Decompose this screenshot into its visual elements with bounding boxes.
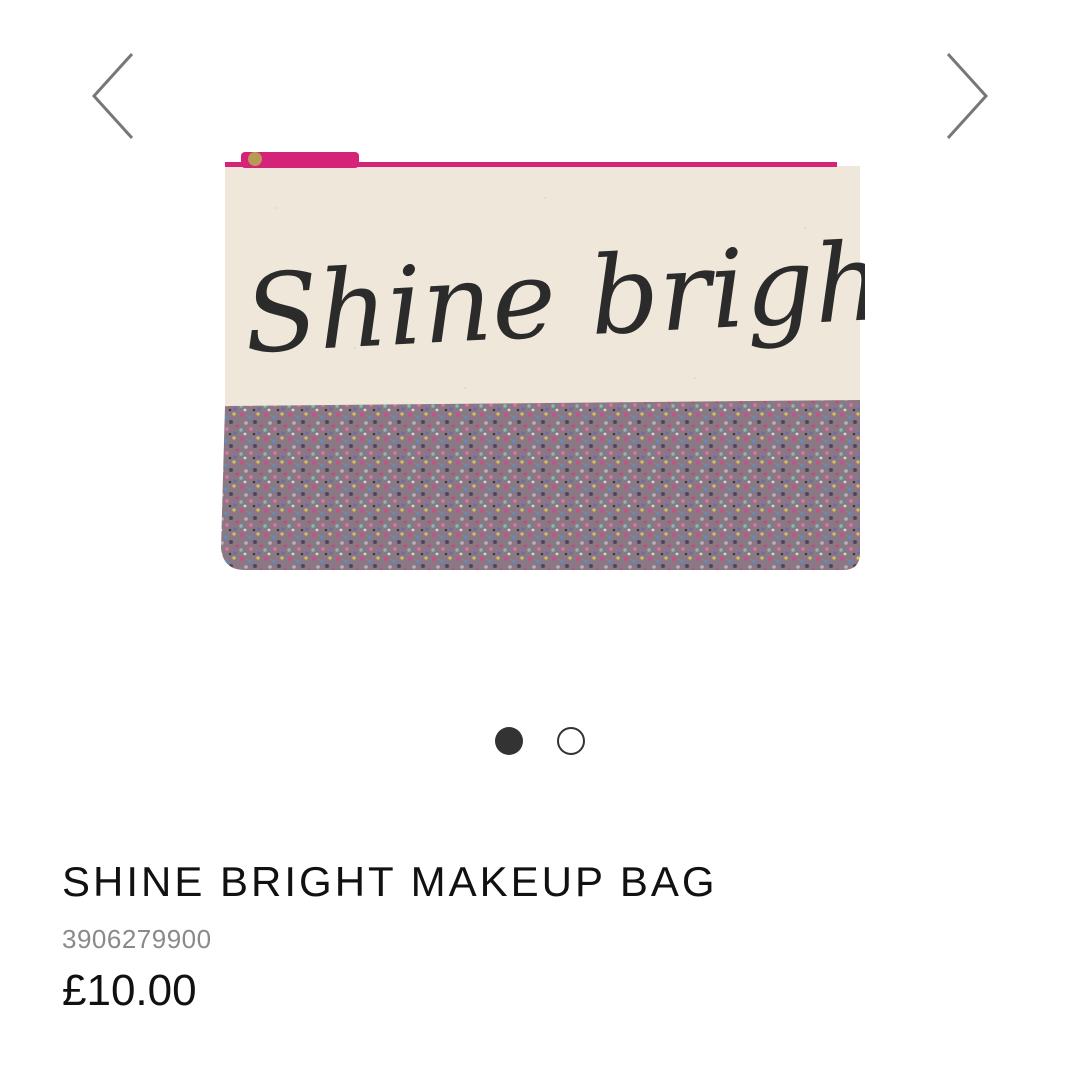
carousel-pagination [0, 727, 1080, 755]
product-sku: 3906279900 [62, 924, 212, 954]
product-price: £10.00 [62, 966, 197, 1015]
next-image-button[interactable] [942, 50, 992, 146]
chevron-right-icon [946, 52, 989, 140]
product-image: Shine bright [215, 148, 865, 580]
slide-dot-2[interactable] [557, 727, 585, 755]
product-image-carousel[interactable]: Shine bright [0, 0, 1080, 800]
slide-dot-1[interactable] [495, 727, 523, 755]
product-title: SHINE BRIGHT MAKEUP BAG [62, 858, 718, 905]
previous-image-button[interactable] [90, 50, 140, 146]
chevron-left-icon [91, 52, 134, 140]
